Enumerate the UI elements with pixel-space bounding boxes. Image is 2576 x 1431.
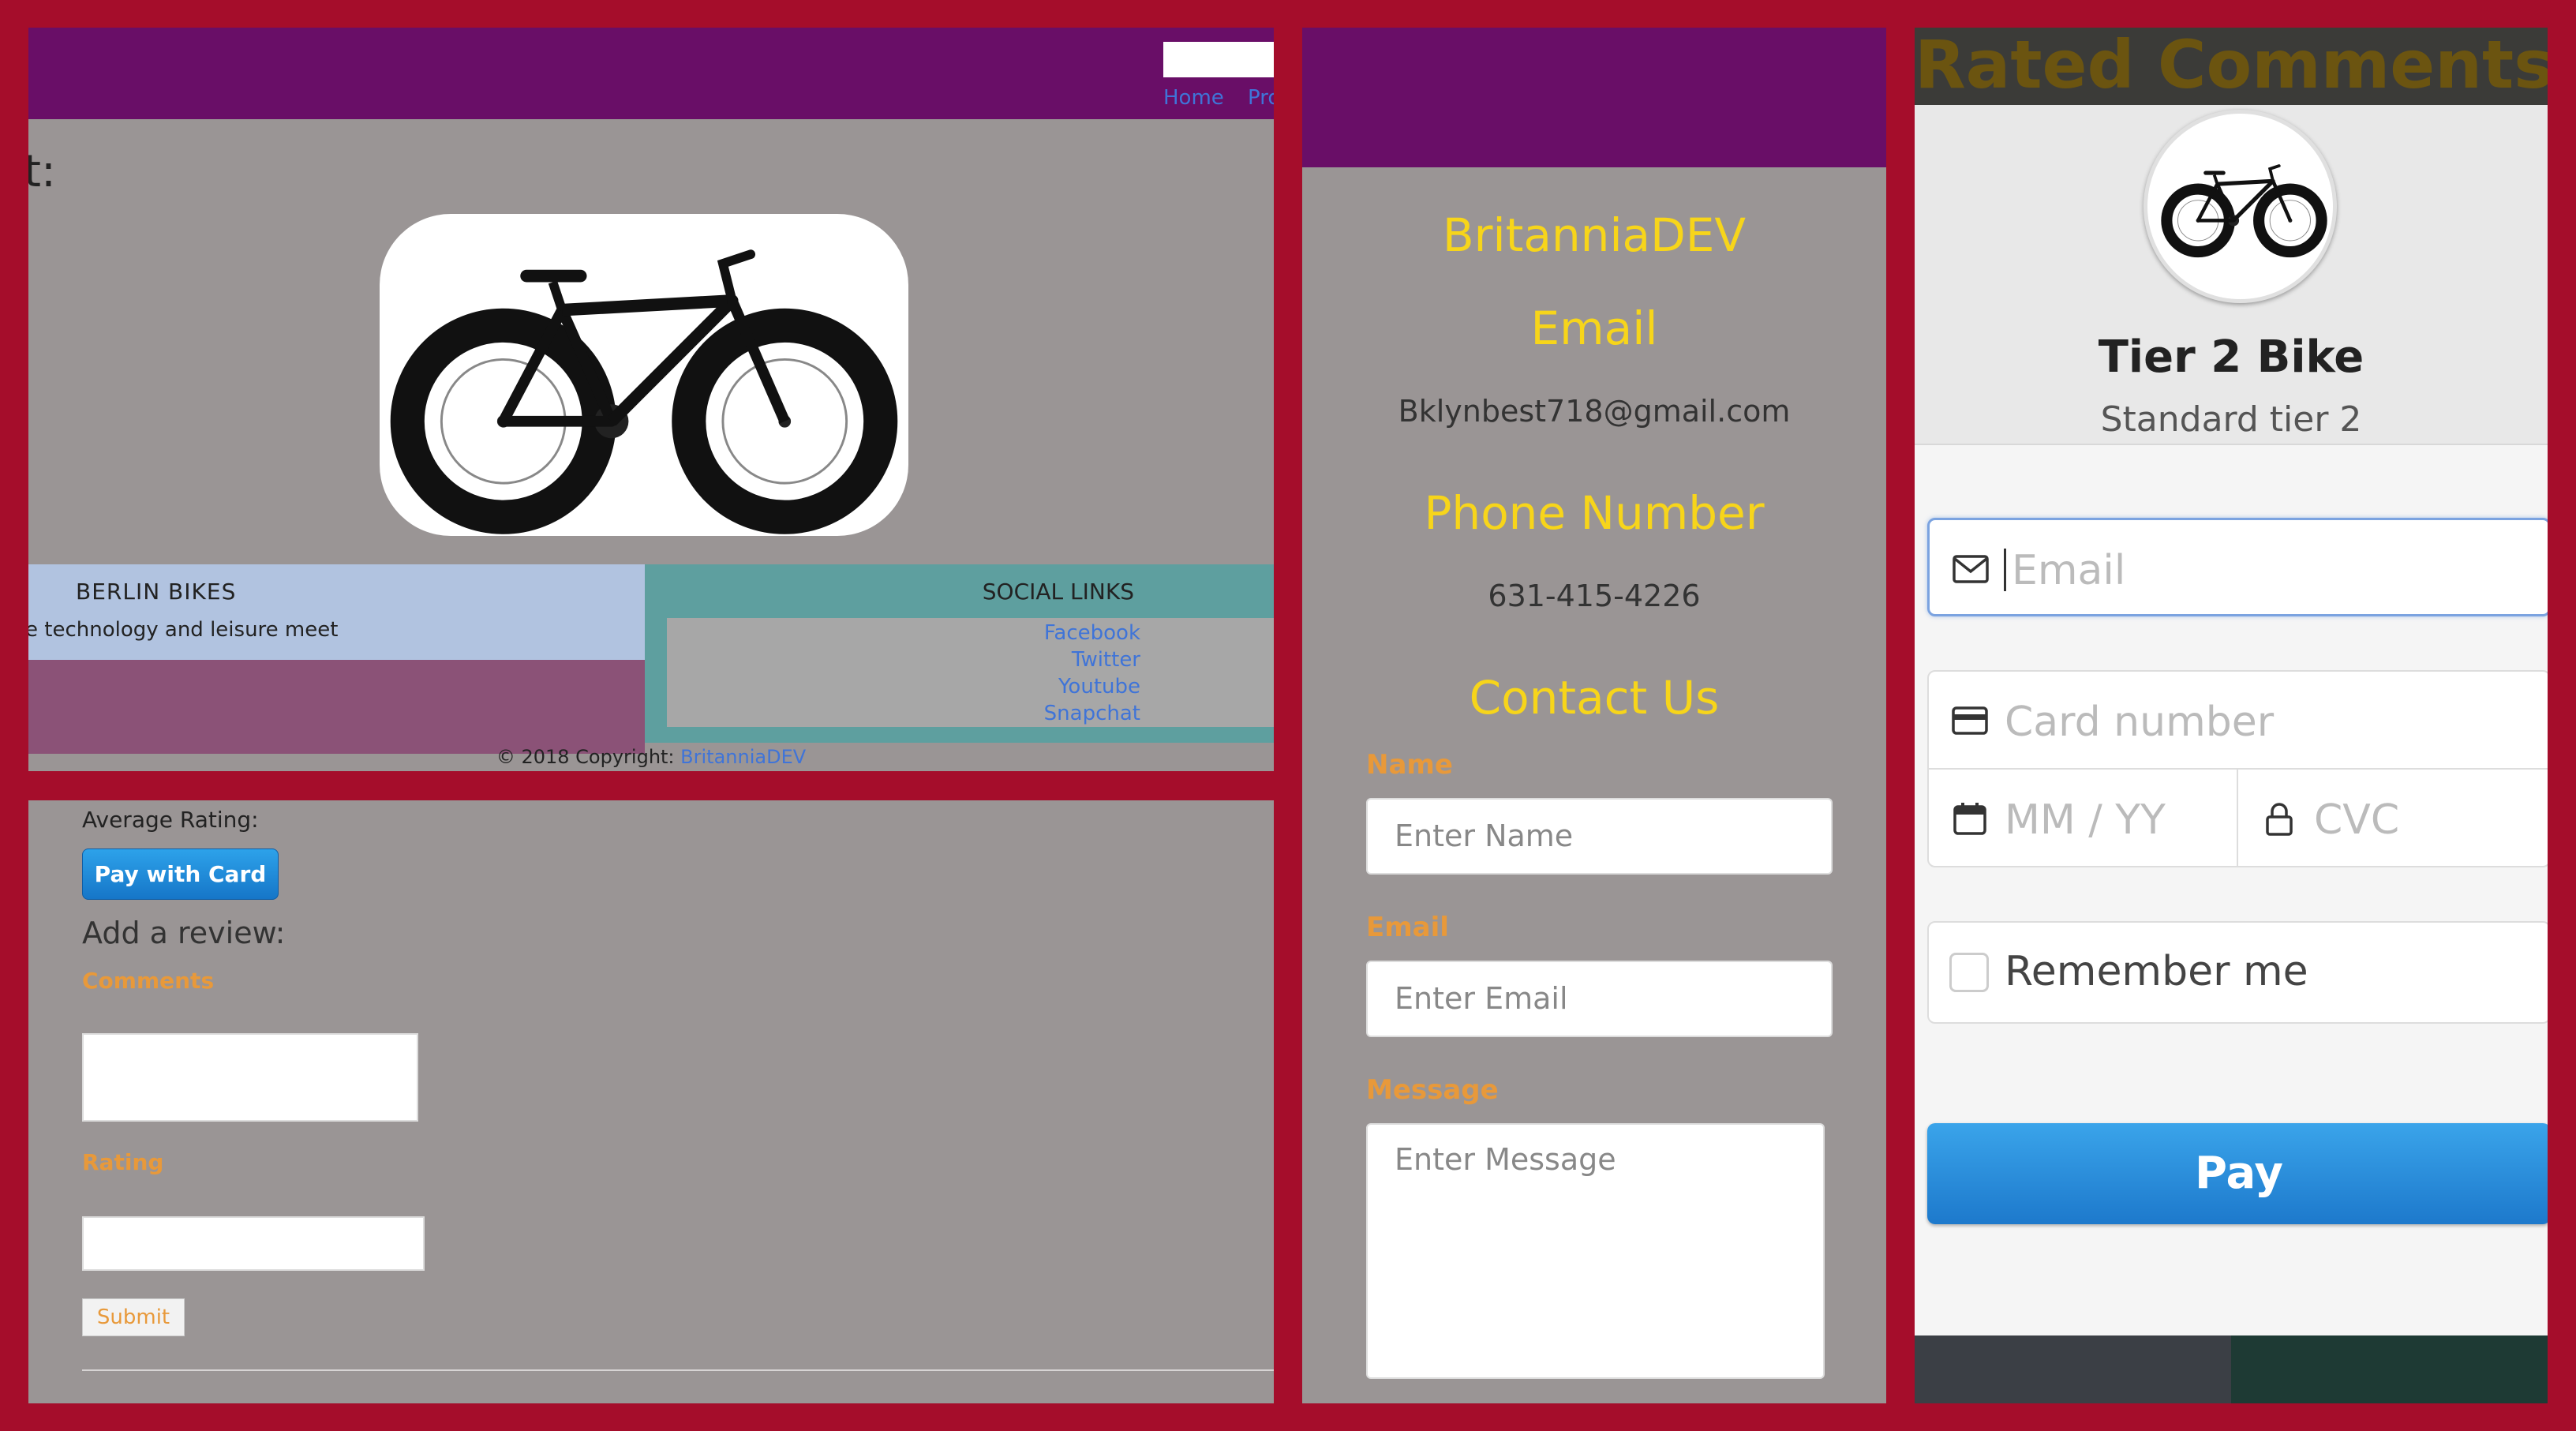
contact-panel: BritanniaDEV Email Bklynbest718@gmail.co… [1302,28,1886,1403]
contact-email: Bklynbest718@gmail.com [1398,394,1791,429]
cvc-field[interactable]: CVC [2238,770,2548,867]
checkbox-icon[interactable] [1949,953,1989,992]
pay-button[interactable]: Pay [1927,1123,2548,1224]
social-link-snapchat[interactable]: Snapchat [667,700,1140,727]
average-rating-label: Average Rating: [82,807,259,833]
product-name: Tier 2 Bike [2098,332,2364,383]
product-page-panel: Home Pro t: BERLIN BIKES e technology an… [28,28,1274,771]
bike-image-card [380,214,908,536]
background-footer [1915,1335,2548,1403]
copyright-link[interactable]: BritanniaDEV [680,746,806,768]
checkout-panel: Rated Comments Tier 2 Bike Standard tier… [1915,28,2548,1403]
pay-with-card-button[interactable]: Pay with Card [82,848,279,900]
contact-us-heading: Contact Us [1469,671,1720,725]
expiry-placeholder: MM / YY [2005,796,2166,844]
email-input[interactable]: Enter Email [1366,961,1833,1037]
company-name: BritanniaDEV [1442,208,1747,262]
card-number-placeholder: Card number [2005,699,2275,746]
divider [82,1369,1274,1371]
top-navbar: Home Pro [28,28,1274,119]
social-link-twitter[interactable]: Twitter [667,646,1140,673]
email-field[interactable]: Email [1927,518,2548,616]
remember-me-row[interactable]: Remember me [1927,921,2548,1024]
product-avatar [2144,110,2337,303]
bicycle-image [380,214,908,536]
add-review-heading: Add a review: [82,916,286,950]
text-cursor [2004,549,2006,591]
expiry-field[interactable]: MM / YY [1929,770,2238,867]
review-form-panel: Average Rating: Pay with Card Add a revi… [28,800,1274,1403]
name-input[interactable]: Enter Name [1366,798,1833,875]
message-label: Message [1366,1074,1499,1106]
social-links-box: Facebook Twitter Youtube Snapchat [667,618,1274,727]
background-header: Rated Comments [1915,28,2548,105]
social-links-list: Facebook Twitter Youtube Snapchat [667,620,1140,727]
cvc-placeholder: CVC [2314,796,2400,844]
contact-navbar [1302,28,1886,167]
social-link-facebook[interactable]: Facebook [667,620,1140,646]
social-links-title: SOCIAL LINKS [982,579,1134,605]
lock-icon [2266,803,2293,836]
rating-input[interactable] [82,1216,425,1271]
remember-me-label: Remember me [2005,948,2308,995]
name-label: Name [1366,749,1453,781]
credit-card-icon [1952,706,1988,735]
submit-button[interactable]: Submit [82,1298,185,1336]
checkout-header: Tier 2 Bike Standard tier 2 [1915,105,2548,445]
footer-tagline: e technology and leisure meet [28,618,339,642]
nav-link-home[interactable]: Home [1163,86,1224,110]
email-heading: Email [1530,302,1658,355]
contact-phone: 631-415-4226 [1488,579,1701,613]
comments-textarea[interactable] [82,1033,418,1122]
copyright-text: © 2018 Copyright: [496,746,675,768]
nav-links: Home Pro [1163,86,1274,110]
footer-copyright: © 2018 Copyright: BritanniaDEV [28,743,1274,771]
comments-label: Comments [82,968,215,994]
email-placeholder: Email [2012,547,2126,594]
calendar-icon [1953,803,1986,835]
nav-link-products[interactable]: Pro [1248,86,1274,110]
background-heading: Rated Comments [1915,28,2548,103]
footer-brand-block: BERLIN BIKES e technology and leisure me… [28,564,645,660]
bicycle-icon [2147,114,2337,303]
footer-brand-name: BERLIN BIKES [76,579,237,605]
footer-brand-section: BERLIN BIKES e technology and leisure me… [28,564,645,754]
message-textarea[interactable]: Enter Message [1366,1123,1825,1379]
email-label: Email [1366,912,1449,943]
phone-heading: Phone Number [1424,486,1765,540]
footer-social-section: SOCIAL LINKS Facebook Twitter Youtube Sn… [645,564,1274,743]
nav-search-box[interactable] [1163,42,1274,77]
social-link-youtube[interactable]: Youtube [667,673,1140,700]
product-subtitle: Standard tier 2 [2100,399,2362,440]
card-details-group: Card number MM / YY CVC [1927,670,2548,867]
card-number-field[interactable]: Card number [1929,672,2548,770]
envelope-icon [1953,555,1989,583]
rating-label: Rating [82,1149,164,1175]
page-heading: t: [28,146,56,197]
